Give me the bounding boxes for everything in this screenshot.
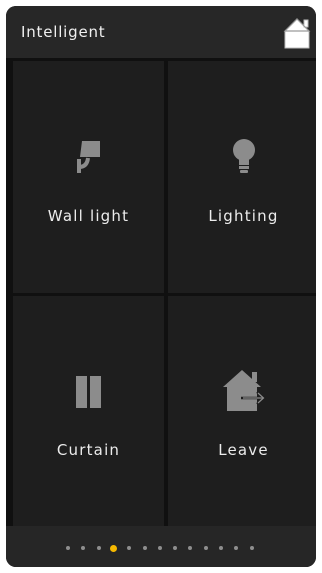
page-dots — [66, 545, 266, 553]
page-dot[interactable] — [219, 546, 223, 550]
page-dot[interactable] — [188, 546, 193, 550]
tile-wall-light[interactable]: Wall light — [13, 61, 164, 293]
top-bar: Intelligent — [6, 6, 316, 58]
wall-light-icon — [76, 141, 100, 173]
tile-label: Leave — [218, 441, 269, 459]
page-dot[interactable] — [173, 546, 178, 550]
page-dot[interactable] — [96, 546, 101, 550]
page-dot[interactable] — [66, 546, 70, 550]
page-dot[interactable] — [157, 546, 162, 550]
home-icon — [283, 18, 311, 49]
tile-label: Curtain — [56, 441, 121, 459]
page-dot[interactable] — [127, 546, 132, 550]
page-dot[interactable] — [203, 546, 208, 550]
page-dot[interactable] — [142, 546, 147, 550]
tile-lighting[interactable]: Lighting — [168, 61, 316, 293]
page-title: Intelligent — [21, 23, 106, 41]
tile-curtain[interactable]: Curtain — [13, 296, 164, 528]
bulb-icon — [232, 139, 255, 173]
scene-grid: Wall light Lighting Curtain Leave — [13, 61, 316, 528]
curtain-icon — [75, 376, 101, 408]
tile-label: Lighting — [208, 207, 279, 225]
page-dot[interactable] — [81, 546, 86, 550]
page-dot[interactable] — [249, 546, 254, 550]
panel-screen: Intelligent Wall light Lighting Curtain … — [6, 6, 316, 567]
leave-home-icon — [222, 370, 266, 411]
tile-label: Wall light — [47, 207, 130, 225]
tile-leave[interactable]: Leave — [168, 296, 316, 528]
page-dot-active[interactable] — [110, 545, 118, 552]
home-button[interactable] — [282, 16, 316, 50]
page-indicator — [6, 526, 316, 567]
page-dot[interactable] — [234, 546, 239, 550]
